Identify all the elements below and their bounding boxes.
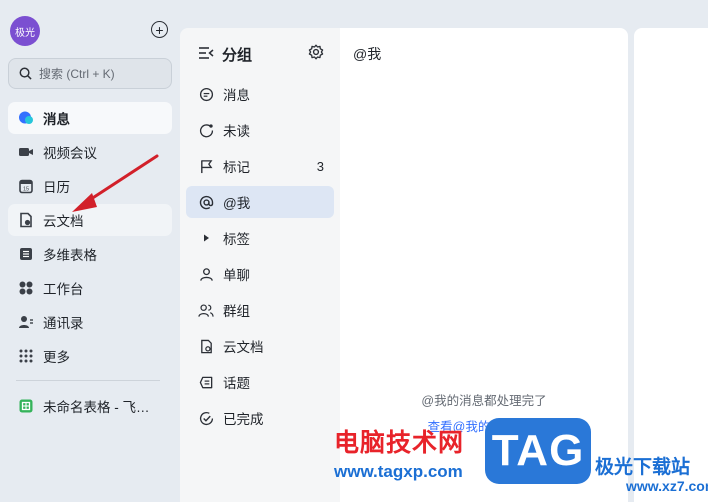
- watermark-site-name: 电脑技术网: [334, 428, 465, 457]
- group-item-label: 消息: [223, 88, 250, 103]
- svg-text:15: 15: [23, 187, 29, 193]
- cloud-doc-icon: [18, 212, 34, 228]
- collapse-list-icon[interactable]: [198, 46, 214, 64]
- sidebar-item-label: 通讯录: [43, 316, 84, 331]
- sidebar-item-label: 消息: [43, 112, 70, 127]
- group-item-label: 标签: [223, 232, 250, 247]
- empty-state-text: @我的消息都处理完了: [421, 394, 547, 408]
- watermark-url: www.tagxp.com: [334, 462, 463, 481]
- group-item-label: 群组: [223, 304, 250, 319]
- group-item-unread[interactable]: 未读: [186, 114, 334, 146]
- sidebar: 极光 + 搜索 (Ctrl + K) 消息 视频会议 15 日历 云文档 多维表…: [0, 0, 180, 502]
- message-icon: [198, 86, 214, 102]
- check-circle-icon: [198, 410, 214, 426]
- group-panel: 分组 消息 未读 标记 3 @我 标签 单聊 群组 云文档 话题 已完成: [180, 28, 340, 502]
- sidebar-item-calendar[interactable]: 15 日历: [8, 170, 172, 202]
- sidebar-item-contacts[interactable]: 通讯录: [8, 306, 172, 338]
- unread-icon: [198, 122, 214, 138]
- sidebar-item-more[interactable]: 更多: [8, 340, 172, 372]
- group-item-label: 单聊: [223, 268, 250, 283]
- group-item-flagged[interactable]: 标记 3: [186, 150, 334, 182]
- watermark-tag-logo: TAG: [485, 418, 591, 484]
- contacts-icon: [18, 314, 34, 330]
- group-item-tags[interactable]: 标签: [186, 222, 334, 254]
- sidebar-item-label: 更多: [43, 350, 70, 365]
- right-panel: [634, 28, 708, 502]
- apps-grid-icon: [18, 280, 34, 296]
- group-title: 分组: [222, 47, 253, 64]
- calendar-icon: 15: [18, 178, 34, 194]
- sidebar-item-video-meeting[interactable]: 视频会议: [8, 136, 172, 168]
- group-item-label: 未读: [223, 124, 250, 139]
- pinned-doc-item[interactable]: 未命名表格 - 飞…: [8, 390, 172, 422]
- group-item-done[interactable]: 已完成: [186, 402, 334, 434]
- search-icon: [19, 67, 32, 80]
- add-button[interactable]: +: [151, 21, 168, 38]
- sidebar-item-label: 视频会议: [43, 146, 97, 161]
- sidebar-item-multi-tables[interactable]: 多维表格: [8, 238, 172, 270]
- group-item-label: @我: [223, 196, 251, 211]
- more-dots-icon: [18, 348, 34, 364]
- group-item-at-me[interactable]: @我: [186, 186, 334, 218]
- at-icon: [198, 194, 214, 210]
- group-item-messages[interactable]: 消息: [186, 78, 334, 110]
- flag-count: 3: [316, 158, 324, 174]
- person-icon: [198, 266, 214, 282]
- group-item-topics[interactable]: 话题: [186, 366, 334, 398]
- sheet-icon: [18, 398, 34, 414]
- chat-bubble-icon: [18, 110, 34, 126]
- group-item-label: 话题: [223, 376, 250, 391]
- group-item-label: 标记: [223, 160, 250, 175]
- group-item-direct-chats[interactable]: 单聊: [186, 258, 334, 290]
- sidebar-item-label: 云文档: [43, 214, 84, 229]
- video-camera-icon: [18, 144, 34, 160]
- flag-icon: [198, 158, 214, 174]
- triangle-right-icon: [198, 230, 214, 246]
- avatar[interactable]: 极光: [10, 16, 40, 46]
- topic-icon: [198, 374, 214, 390]
- group-item-groups[interactable]: 群组: [186, 294, 334, 326]
- pinned-doc-label: 未命名表格 - 飞…: [43, 400, 150, 415]
- group-icon: [198, 302, 214, 318]
- sidebar-item-messages[interactable]: 消息: [8, 102, 172, 134]
- group-item-label: 云文档: [223, 340, 264, 355]
- group-item-cloud-docs[interactable]: 云文档: [186, 330, 334, 362]
- sidebar-item-workspace[interactable]: 工作台: [8, 272, 172, 304]
- table-icon: [18, 246, 34, 262]
- page-title: @我: [353, 46, 382, 62]
- sidebar-item-label: 多维表格: [43, 248, 97, 263]
- sidebar-item-label: 工作台: [43, 282, 84, 297]
- search-input[interactable]: 搜索 (Ctrl + K): [8, 58, 172, 89]
- doc-icon: [198, 338, 214, 354]
- group-item-label: 已完成: [223, 412, 264, 427]
- sidebar-divider: [16, 380, 160, 381]
- sidebar-item-cloud-docs[interactable]: 云文档: [8, 204, 172, 236]
- watermark-download-url: www.xz7.com: [626, 478, 708, 494]
- group-header: 分组: [198, 44, 252, 65]
- watermark-download-site: 极光下载站: [595, 456, 691, 478]
- search-placeholder: 搜索 (Ctrl + K): [39, 67, 115, 81]
- sidebar-item-label: 日历: [43, 180, 70, 195]
- gear-icon[interactable]: [308, 44, 324, 65]
